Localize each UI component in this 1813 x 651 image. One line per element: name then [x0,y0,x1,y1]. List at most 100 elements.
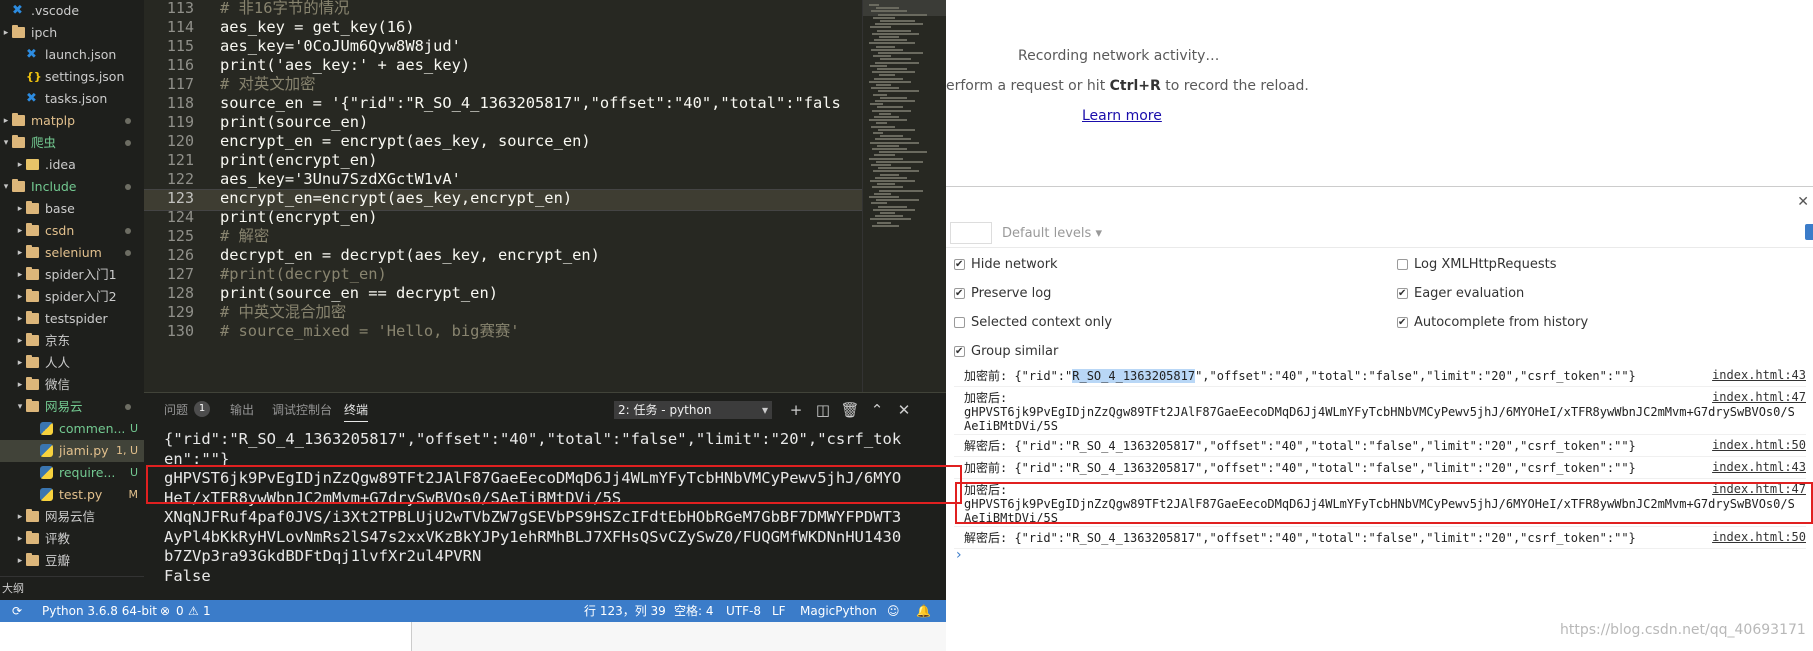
chevron-right-icon[interactable]: ▸ [14,264,26,286]
explorer-item[interactable]: ▸ ipch [0,22,144,44]
explorer-item[interactable]: launch.json [0,44,144,66]
tab-terminal[interactable]: 终端 [344,401,369,422]
trash-icon[interactable]: 🗑 [840,400,860,420]
tab-problems[interactable]: 问题 [164,401,188,418]
code-line[interactable]: # source_mixed = 'Hello, big赛赛' [220,320,520,342]
explorer-item-label: .vscode [31,3,80,18]
explorer-item[interactable]: ▸ 京东 [0,330,144,352]
explorer-item[interactable]: ▸ csdn [0,220,144,242]
console-message-text: 解密后: {"rid":"R_SO_4_1363205817","offset"… [964,439,1636,453]
chevron-right-icon[interactable]: ▸ [14,506,26,528]
problems-count-badge: 1 [194,401,210,417]
explorer-item[interactable]: test.py M [0,484,144,506]
explorer-item[interactable]: ▾ Include [0,176,144,198]
chevron-up-icon[interactable]: ⌃ [867,400,887,420]
console-highlight-box [955,482,1813,524]
terminal-select[interactable]: 2: 任务 - python [614,401,772,419]
source-link[interactable]: index.html:43 [1712,368,1806,382]
explorer-item[interactable]: ▸ base [0,198,144,220]
indentation[interactable]: 空格: 4 [674,600,714,622]
error-count[interactable]: 0 [176,600,184,622]
encoding[interactable]: UTF-8 [726,600,761,622]
explorer-item[interactable]: ▸ spider入门2 [0,286,144,308]
checkbox-unchecked[interactable] [954,317,965,328]
chevron-right-icon[interactable]: ▸ [14,374,26,396]
explorer-item[interactable]: ▸ 豆瓣 [0,550,144,572]
chevron-down-icon[interactable]: ▾ [0,132,12,154]
chevron-right-icon[interactable]: ▸ [14,550,26,572]
explorer-item[interactable]: tasks.json [0,88,144,110]
chevron-right-icon[interactable]: ▸ [14,242,26,264]
explorer-item[interactable]: ▸ spider入门1 [0,264,144,286]
explorer-item[interactable]: settings.json [0,66,144,88]
source-link[interactable]: index.html:43 [1712,460,1806,474]
explorer-item[interactable]: jiami.py 1, U [0,440,144,462]
console-filter-input[interactable] [950,222,992,244]
minimap-line [873,16,895,19]
chevron-down-icon[interactable]: ▾ [14,396,26,418]
checkbox-checked[interactable] [954,343,965,361]
split-terminal-icon[interactable]: ◫ [813,400,833,420]
chevron-right-icon[interactable]: ▸ [14,220,26,242]
explorer-item[interactable]: ▸ testspider [0,308,144,330]
minimap[interactable] [862,0,946,392]
outline-section-label[interactable]: 大纲 [0,576,144,600]
bell-icon[interactable]: 🔔 [916,600,931,622]
cursor-position[interactable]: 行 123，列 39 [584,600,666,622]
explorer-item[interactable]: .vscode [0,0,144,22]
chevron-right-icon[interactable]: ▸ [0,110,12,132]
explorer-item[interactable]: ▸ 评教 [0,528,144,550]
console-setting-label: Selected context only [971,315,1113,330]
minimap-line [869,157,903,160]
explorer-item[interactable]: ▸ selenium [0,242,144,264]
explorer-item[interactable]: ▸ matplp [0,110,144,132]
new-terminal-icon[interactable]: + [786,400,806,420]
minimap-line [879,36,899,38]
console-message: 解密后: {"rid":"R_SO_4_1363205817","offset"… [954,528,1806,549]
tab-debug-console[interactable]: 调试控制台 [272,401,332,418]
checkbox-checked[interactable] [954,256,965,274]
chevron-right-icon[interactable]: ▸ [14,198,26,220]
minimap-line [871,87,899,90]
explorer-item[interactable]: ▸ 网易云信 [0,506,144,528]
minimap-line [870,218,911,221]
chevron-right-icon[interactable]: ▸ [14,154,26,176]
chevron-right-icon[interactable]: ▸ [14,308,26,330]
close-drawer-icon[interactable]: ✕ [1797,194,1809,210]
close-panel-icon[interactable]: ✕ [894,400,914,420]
explorer-item[interactable]: require... U [0,462,144,484]
explorer-item[interactable]: ▸ .idea [0,154,144,176]
python-interpreter[interactable]: Python 3.6.8 64-bit [42,600,157,622]
checkbox-checked[interactable] [1397,314,1408,332]
explorer-item[interactable]: ▾ 爬虫 [0,132,144,154]
chevron-right-icon[interactable]: ▸ [14,352,26,374]
explorer-item[interactable]: ▾ 网易云 [0,396,144,418]
checkbox-checked[interactable] [954,285,965,303]
source-link[interactable]: index.html:47 [1712,390,1806,404]
explorer-item[interactable]: ▸ 微信 [0,374,144,396]
chevron-right-icon[interactable]: ▸ [14,528,26,550]
explorer-item[interactable]: commen... U [0,418,144,440]
language-mode[interactable]: MagicPython [800,600,877,622]
tab-output[interactable]: 输出 [230,401,254,418]
source-link[interactable]: index.html:50 [1712,530,1806,544]
code-editor[interactable]: 113 114 115 116 117 118 119 120 121 122 123 124 125 1… [144,0,946,392]
selected-text[interactable]: R_SO_4_1363205817 [1072,369,1196,383]
source-link[interactable]: index.html:50 [1712,438,1806,452]
checkbox-checked[interactable] [1397,285,1408,303]
settings-gear-icon[interactable] [1805,224,1813,240]
feedback-smiley-icon[interactable]: ☺ [887,600,900,622]
sync-icon[interactable]: ⟳ [12,600,22,622]
chevron-down-icon[interactable]: ▾ [0,176,12,198]
chevron-right-icon[interactable]: ▸ [0,22,12,44]
explorer-item[interactable]: ▸ 人人 [0,352,144,374]
console-prompt[interactable]: › [956,547,962,563]
log-levels-dropdown[interactable]: Default levels ▾ [1002,226,1102,241]
warning-count[interactable]: 1 [203,600,211,622]
learn-more-link[interactable]: Learn more [1082,108,1162,124]
line-ending[interactable]: LF [772,600,786,622]
chevron-right-icon[interactable]: ▸ [14,330,26,352]
drawer-divider[interactable] [946,186,1813,187]
chevron-right-icon[interactable]: ▸ [14,286,26,308]
checkbox-unchecked[interactable] [1397,259,1408,270]
